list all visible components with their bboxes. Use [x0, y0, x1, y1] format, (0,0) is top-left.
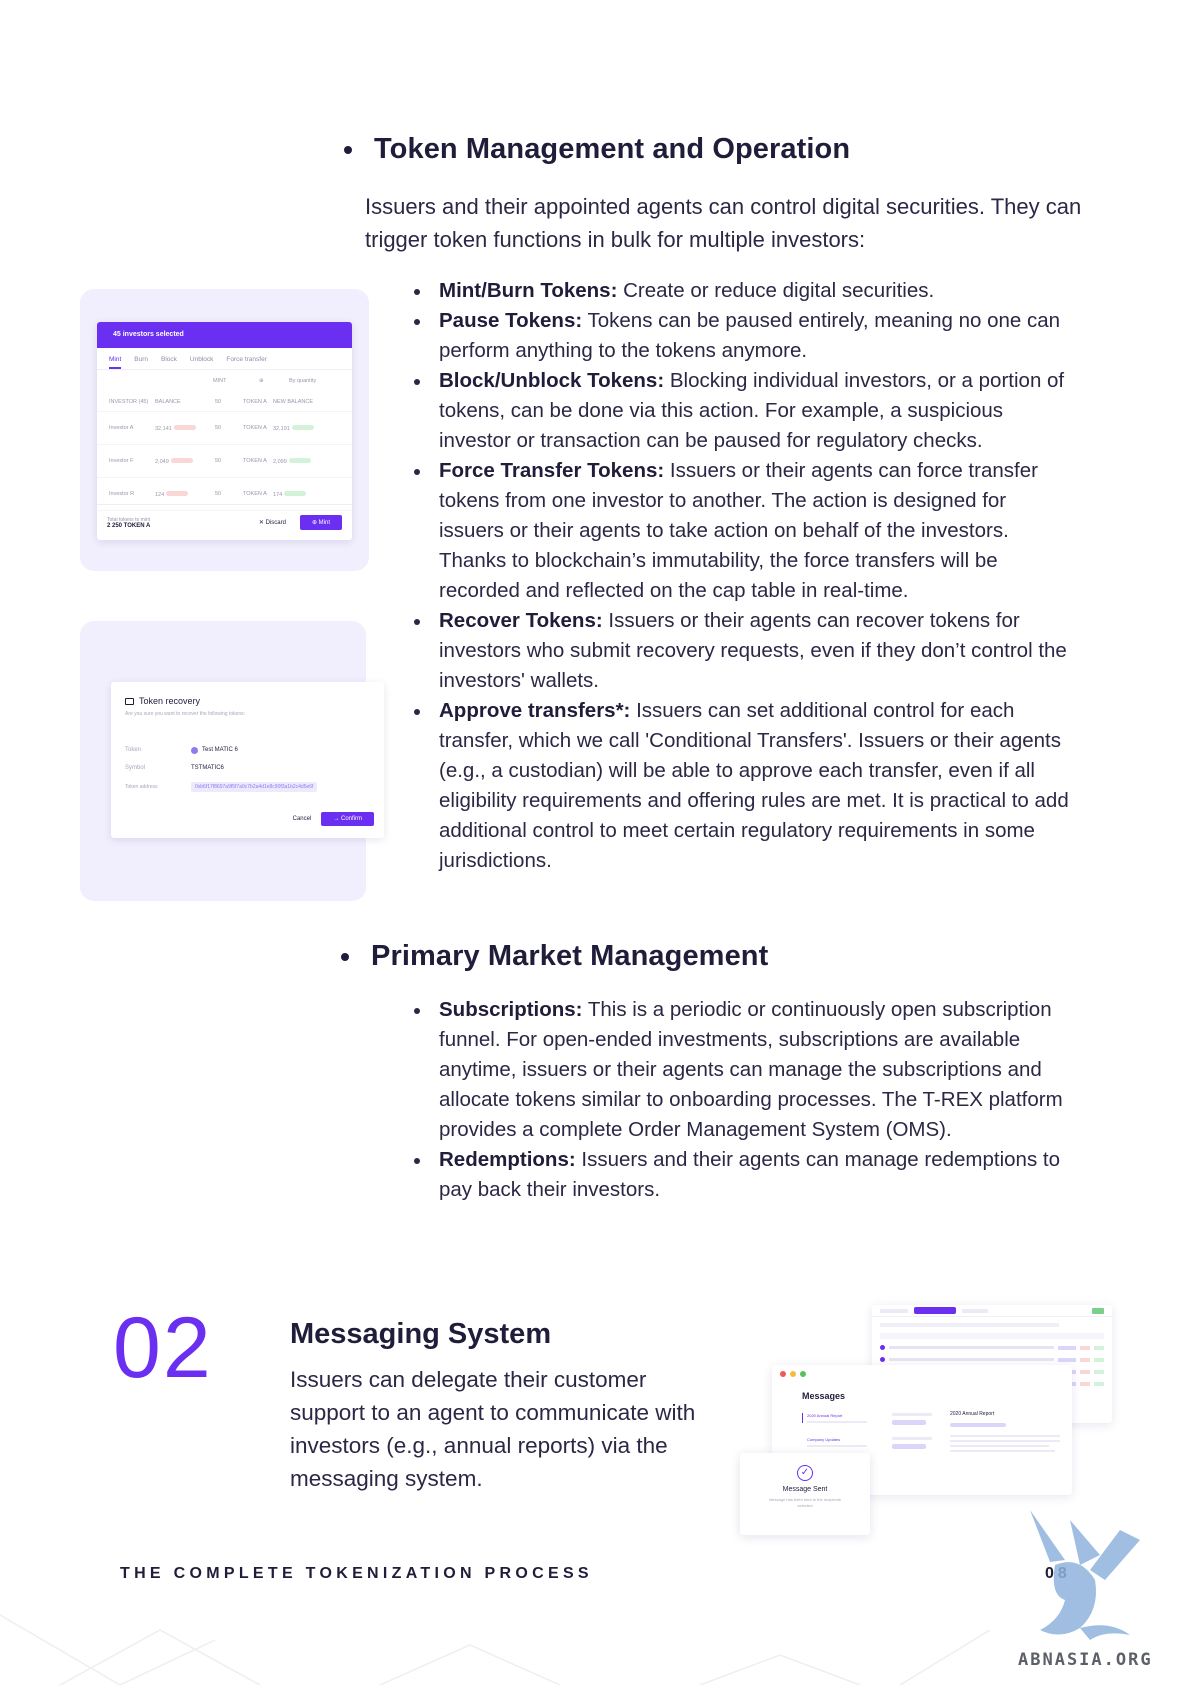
list-item: Force Transfer Tokens: Issuers or their … — [414, 456, 1074, 606]
mint-mockup-panel: 45 investors selected Mint Burn Block Un… — [97, 322, 352, 540]
watermark-text: ABNASIA.ORG — [1018, 1650, 1153, 1670]
window-controls — [772, 1365, 1072, 1383]
quantity-select[interactable]: By quantity — [289, 378, 316, 384]
messaging-title: Messaging System — [290, 1318, 552, 1350]
list-item: Subscriptions: This is a periodic or con… — [414, 995, 1074, 1145]
confirm-button[interactable]: → Confirm — [321, 812, 374, 826]
recovery-subtitle: Are you sure you want to recover the fol… — [125, 711, 246, 717]
tab-block[interactable]: Block — [161, 356, 177, 369]
heading-bullet — [341, 952, 349, 961]
close-dot-icon — [780, 1371, 786, 1377]
mint-mockup-tabs: Mint Burn Block Unblock Force transfer — [97, 348, 352, 370]
heading-bullet — [344, 145, 352, 154]
message-detail-title: 2020 Annual Report — [950, 1411, 995, 1417]
token-section-intro: Issuers and their appointed agents can c… — [365, 194, 1082, 252]
list-item: Mint/Burn Tokens: Create or reduce digit… — [414, 276, 1074, 306]
list-item: Pause Tokens: Tokens can be paused entir… — [414, 306, 1074, 366]
watermark-dragon-logo — [1030, 1510, 1140, 1640]
list-item: Approve transfers*: Issuers can set addi… — [414, 696, 1074, 876]
mint-column-label: MINT — [213, 378, 227, 384]
recovery-actions: Cancel → Confirm — [293, 812, 374, 826]
list-item: Redemptions: Issuers and their agents ca… — [414, 1145, 1074, 1205]
tab-burn[interactable]: Burn — [134, 356, 148, 369]
token-field: Token Test MATIC 6 — [125, 747, 238, 754]
messaging-description: Issuers can delegate their customer supp… — [290, 1367, 696, 1491]
token-feature-list: Mint/Burn Tokens: Create or reduce digit… — [414, 276, 1074, 876]
token-section-title: Token Management and Operation — [374, 133, 851, 165]
message-sent-title: Message Sent — [782, 1486, 828, 1493]
mint-mockup-header: 45 investors selected — [97, 322, 352, 348]
market-feature-list: Subscriptions: This is a periodic or con… — [414, 995, 1074, 1205]
recovery-title: Token recovery — [125, 696, 370, 706]
message-sent-subtitle: Message has been sent to the recipients … — [769, 1497, 841, 1508]
mint-button[interactable]: ⊕ Mint — [299, 515, 342, 530]
discard-button[interactable]: ✕ Discard — [259, 519, 286, 526]
table-row: Investor A 32,141 50 TOKEN A 32,191 — [97, 412, 352, 445]
mint-table-header: INVESTOR (45) BALANCE 50 TOKEN A NEW BAL… — [97, 392, 352, 412]
market-section-title: Primary Market Management — [371, 940, 769, 972]
list-item: Block/Unblock Tokens: Blocking individua… — [414, 366, 1074, 456]
total-value: 2 250 TOKEN A — [107, 522, 151, 529]
add-icon[interactable]: ⊕ — [259, 378, 289, 384]
symbol-field: Symbol TSTMATIC6 — [125, 765, 224, 771]
token-section-heading: Token Management and Operation — [344, 133, 850, 166]
tab-mint[interactable]: Mint — [109, 356, 122, 369]
check-circle-icon: ✓ — [797, 1465, 813, 1481]
maximize-dot-icon — [800, 1371, 806, 1377]
tab-unblock[interactable]: Unblock — [190, 356, 213, 369]
minimize-dot-icon — [790, 1371, 796, 1377]
table-row: Investor F 2,049 50 TOKEN A 2,099 — [97, 445, 352, 478]
wallet-icon — [125, 697, 134, 705]
recovery-mockup-panel: Token recovery Are you sure you want to … — [111, 682, 384, 838]
message-sent-card: ✓ Message Sent Message has been sent to … — [740, 1453, 870, 1535]
section-number: 02 — [113, 1300, 213, 1396]
message-item[interactable]: 2020 Annual Report — [802, 1413, 882, 1423]
mint-mockup-footer: Total tokens to mint 2 250 TOKEN A ✕ Dis… — [97, 504, 352, 540]
token-dot-icon — [191, 747, 198, 754]
tab-force-transfer[interactable]: Force transfer — [226, 356, 266, 369]
address-field: Token address 0xb6f17f8697a9f5f7a0c7b2a4… — [125, 782, 370, 792]
list-item: Recover Tokens: Issuers or their agents … — [414, 606, 1074, 696]
cancel-button[interactable]: Cancel — [293, 816, 312, 822]
mint-mockup-controls: MINT ⊕ By quantity — [97, 370, 352, 392]
message-item[interactable]: Company Updates — [802, 1437, 882, 1447]
messages-panel-title: Messages — [802, 1391, 846, 1401]
market-section-heading: Primary Market Management — [341, 940, 768, 973]
